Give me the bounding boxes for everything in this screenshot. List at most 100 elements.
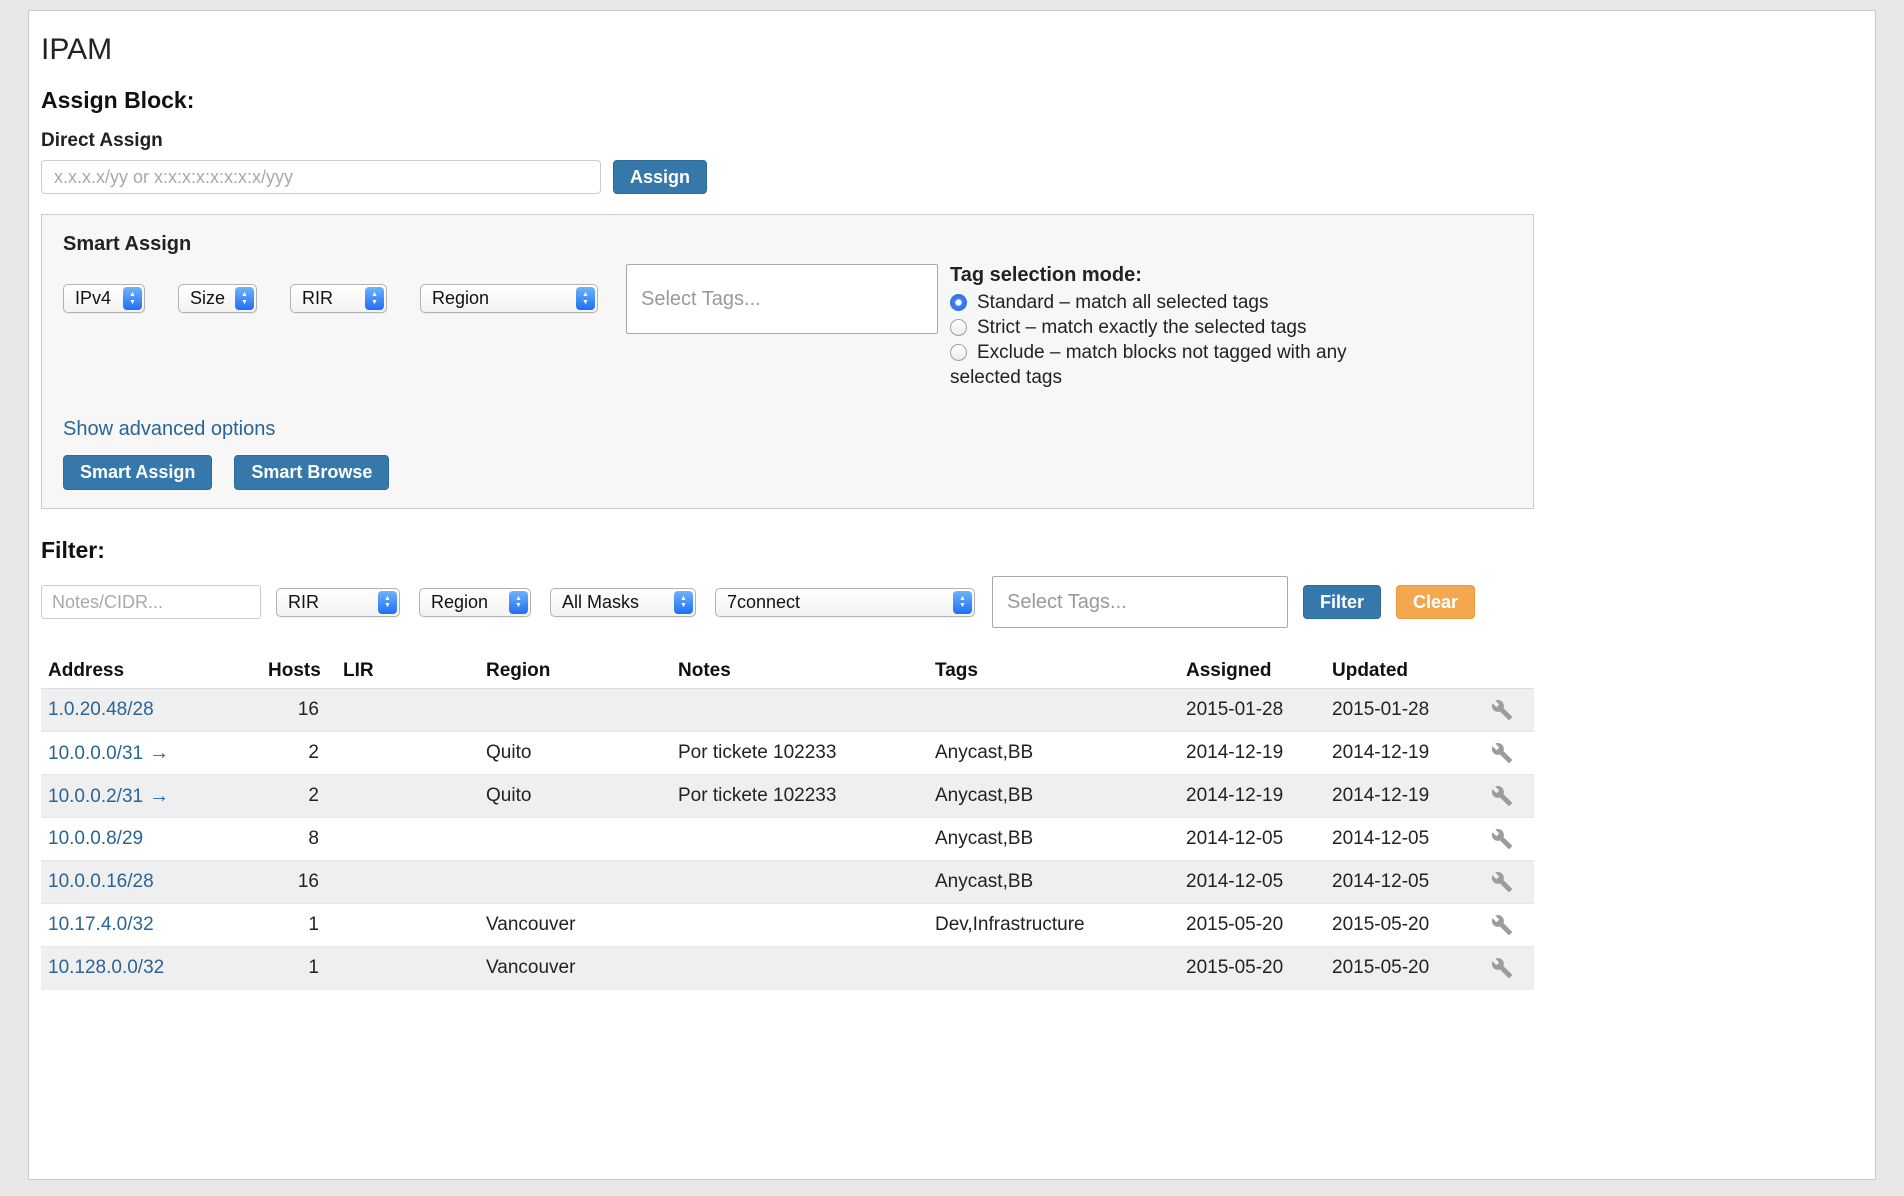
direct-assign-input[interactable] [41,160,601,194]
radio-button[interactable] [950,319,967,336]
cell-region: Vancouver [478,947,670,990]
filter-tags-input[interactable]: Select Tags... [992,576,1288,628]
column-header-address: Address [41,654,260,689]
cell-tags [927,689,1178,732]
cell-tags [927,947,1178,990]
wrench-icon[interactable] [1491,871,1513,893]
cell-region [478,818,670,861]
cell-tags: Anycast,BB [927,775,1178,818]
smart-tags-input[interactable]: Select Tags... [626,264,938,334]
address-link[interactable]: 10.0.0.16/28 [48,871,154,892]
radio-button[interactable] [950,344,967,361]
cell-region: Vancouver [478,904,670,947]
cell-notes [670,861,927,904]
wrench-icon[interactable] [1491,914,1513,936]
column-header-assigned: Assigned [1178,654,1324,689]
expand-arrow-icon[interactable]: → [149,742,169,764]
cell-notes [670,689,927,732]
cell-tags: Dev,Infrastructure [927,904,1178,947]
smart-assign-buttons: Smart Assign Smart Browse [63,455,1512,490]
select-value: 7connect [716,592,808,613]
smart-select-rir[interactable]: RIR▲▼ [290,284,387,313]
show-advanced-link[interactable]: Show advanced options [63,418,275,441]
address-link[interactable]: 10.0.0.8/29 [48,828,143,849]
address-link[interactable]: 10.0.0.2/31 [48,786,143,807]
wrench-icon[interactable] [1491,785,1513,807]
cell-assigned: 2014-12-19 [1178,775,1324,818]
cell-hosts: 16 [260,689,335,732]
cell-assigned: 2015-05-20 [1178,947,1324,990]
cell-lir [335,818,478,861]
cell-assigned: 2014-12-05 [1178,818,1324,861]
cell-updated: 2015-05-20 [1324,947,1470,990]
cell-actions [1470,818,1534,861]
wrench-icon[interactable] [1491,699,1513,721]
filter-selects: RIR▲▼ Region▲▼ All Masks▲▼ 7connect▲▼ [276,588,975,617]
address-link[interactable]: 10.0.0.0/31 [48,743,143,764]
cell-actions [1470,861,1534,904]
wrench-icon[interactable] [1491,828,1513,850]
cell-hosts: 16 [260,861,335,904]
ipam-card: IPAM Assign Block: Direct Assign Assign … [28,10,1876,1180]
table-row: 10.0.0.16/2816Anycast,BB2014-12-052014-1… [41,861,1534,904]
cell-updated: 2015-01-28 [1324,689,1470,732]
column-header-updated: Updated [1324,654,1470,689]
select-value: All Masks [551,592,647,613]
address-link[interactable]: 1.0.20.48/28 [48,699,154,720]
cell-hosts: 8 [260,818,335,861]
tag-mode-heading: Tag selection mode: [950,264,1378,287]
cell-notes: Por tickete 102233 [670,732,927,775]
cell-updated: 2014-12-19 [1324,775,1470,818]
cell-lir [335,904,478,947]
filter-button[interactable]: Filter [1303,585,1381,619]
cell-region [478,689,670,732]
cell-actions [1470,775,1534,818]
smart-assign-heading: Smart Assign [63,233,1512,256]
clear-button[interactable]: Clear [1396,585,1475,619]
select-arrows-icon: ▲▼ [576,287,595,310]
cell-actions [1470,732,1534,775]
cell-actions [1470,689,1534,732]
cell-region [478,861,670,904]
notes-cidr-input[interactable] [41,585,261,619]
column-header-actions [1470,654,1534,689]
column-header-tags: Tags [927,654,1178,689]
cell-tags: Anycast,BB [927,818,1178,861]
select-value: IPv4 [64,288,119,309]
wrench-icon[interactable] [1491,742,1513,764]
filter-select-rir[interactable]: RIR▲▼ [276,588,400,617]
address-link[interactable]: 10.17.4.0/32 [48,914,154,935]
cell-updated: 2014-12-19 [1324,732,1470,775]
smart-select-size[interactable]: Size▲▼ [178,284,257,313]
wrench-icon[interactable] [1491,957,1513,979]
cell-lir [335,689,478,732]
assign-button[interactable]: Assign [613,160,707,194]
filter-select-7connect[interactable]: 7connect▲▼ [715,588,975,617]
cell-notes: Por tickete 102233 [670,775,927,818]
column-header-lir: LIR [335,654,478,689]
smart-assign-button[interactable]: Smart Assign [63,455,212,490]
expand-arrow-icon[interactable]: → [149,785,169,807]
select-value: Region [421,288,497,309]
table-row: 10.17.4.0/32 1 Vancouver Dev,Infrastructure… [41,904,1534,947]
table-body: 1.0.20.48/28162015-01-282015-01-2810.0.0… [41,689,1534,990]
cell-hosts: 1 [260,904,335,947]
smart-select-ipv4[interactable]: IPv4▲▼ [63,284,145,313]
smart-select-region[interactable]: Region ▲▼ [420,284,598,313]
address-link[interactable]: 10.128.0.0/32 [48,957,164,978]
cell-assigned: 2014-12-19 [1178,732,1324,775]
filter-heading: Filter: [41,537,1863,564]
filter-select-all-masks[interactable]: All Masks▲▼ [550,588,696,617]
cell-updated: 2014-12-05 [1324,818,1470,861]
filter-tags-placeholder: Select Tags... [1007,591,1127,614]
radio-label: Strict – match exactly the selected tags [977,317,1307,338]
smart-browse-button[interactable]: Smart Browse [234,455,389,490]
cell-lir [335,947,478,990]
cell-updated: 2015-05-20 [1324,904,1470,947]
table-row: 10.128.0.0/321Vancouver2015-05-202015-05… [41,947,1534,990]
filter-select-region[interactable]: Region▲▼ [419,588,531,617]
select-arrows-icon: ▲▼ [123,287,142,310]
select-arrows-icon: ▲▼ [235,287,254,310]
table-header-row: AddressHostsLIRRegionNotesTagsAssignedUp… [41,654,1534,689]
radio-button-selected[interactable] [950,294,967,311]
